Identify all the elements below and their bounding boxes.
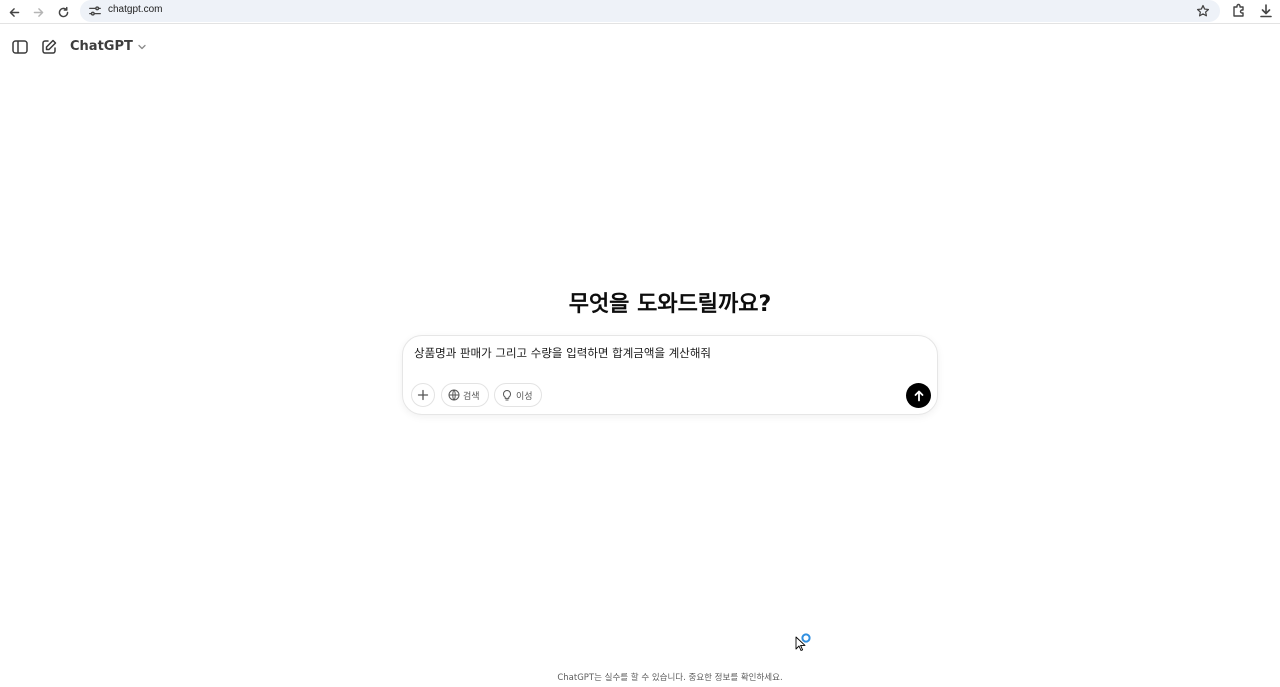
reason-label: 이성 xyxy=(516,391,533,402)
model-name: ChatGPT xyxy=(70,39,133,54)
reload-icon xyxy=(58,6,68,17)
arrow-right-icon xyxy=(33,7,43,17)
prompt-input[interactable]: 상품명과 판매가 그리고 수량을 입력하면 합계금액을 계산해줘 xyxy=(414,345,711,361)
url-text[interactable]: chatgpt.com xyxy=(108,4,162,15)
reload-button[interactable] xyxy=(53,2,73,22)
back-button[interactable] xyxy=(4,2,24,22)
reason-button[interactable]: 이성 xyxy=(494,383,542,407)
model-picker[interactable]: ChatGPT xyxy=(70,39,147,54)
footer-disclaimer: ChatGPT는 실수를 할 수 있습니다. 중요한 정보를 확인하세요. xyxy=(557,673,783,683)
browser-toolbar: chatgpt.com xyxy=(0,0,1280,24)
attach-button[interactable] xyxy=(411,383,435,407)
search-button[interactable]: 검색 xyxy=(441,383,489,407)
forward-button[interactable] xyxy=(28,2,48,22)
edit-icon[interactable] xyxy=(40,38,58,56)
globe-icon xyxy=(448,389,460,401)
star-icon[interactable] xyxy=(1196,4,1210,18)
prompt-composer[interactable]: 상품명과 판매가 그리고 수량을 입력하면 합계금액을 계산해줘 검색 이성 xyxy=(402,335,938,415)
plus-icon xyxy=(417,389,429,401)
chevron-down-icon xyxy=(138,44,146,49)
lightbulb-icon xyxy=(503,390,511,401)
tune-icon[interactable] xyxy=(88,4,102,18)
arrow-left-icon xyxy=(9,7,19,17)
address-bar[interactable]: chatgpt.com xyxy=(80,0,1220,22)
page-title: 무엇을 도와드릴까요? xyxy=(568,292,772,317)
search-label: 검색 xyxy=(463,391,480,402)
app-header: ChatGPT xyxy=(0,34,1280,62)
sidebar-icon[interactable] xyxy=(11,38,29,56)
download-icon[interactable] xyxy=(1258,3,1274,19)
puzzle-icon[interactable] xyxy=(1231,3,1247,19)
arrow-up-icon xyxy=(914,390,923,401)
send-button[interactable] xyxy=(906,383,931,408)
busy-cursor-icon xyxy=(795,633,811,651)
